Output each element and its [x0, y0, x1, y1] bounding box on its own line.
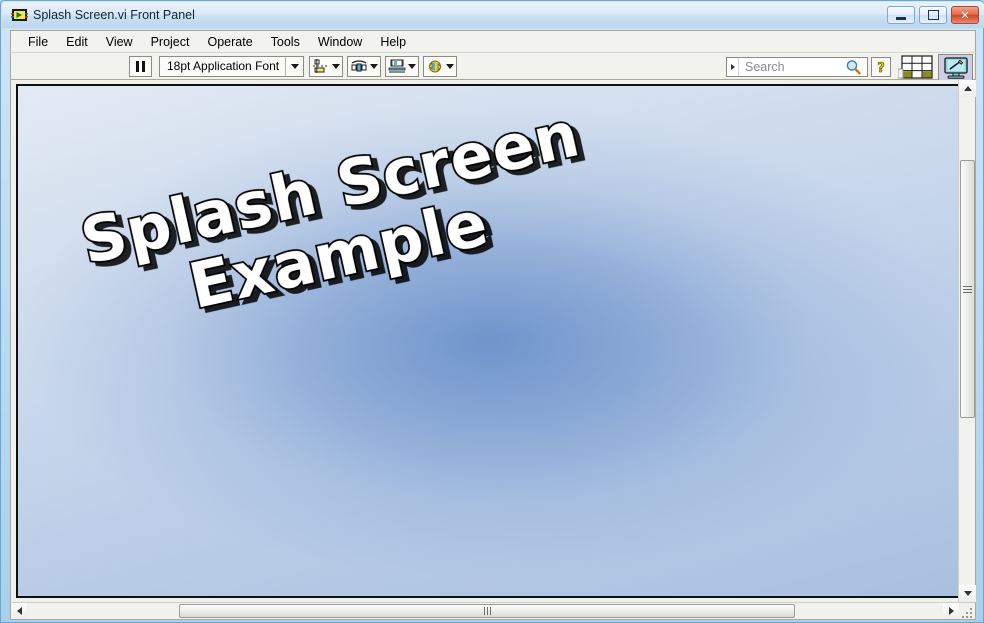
question-mark-icon: ?: [877, 60, 885, 75]
pause-icon: [136, 60, 145, 72]
context-help-button[interactable]: ?: [871, 57, 891, 77]
scroll-up-button[interactable]: [959, 80, 976, 97]
close-button[interactable]: ✕: [951, 6, 979, 24]
window-controls: ✕: [887, 6, 979, 24]
minimize-button[interactable]: [887, 6, 915, 24]
menu-item-project[interactable]: Project: [142, 33, 199, 51]
front-panel-area: Splash Screen Example: [10, 80, 976, 602]
toolbar: 18pt Application Font Search ?: [10, 52, 976, 82]
distribute-objects-button[interactable]: [347, 55, 382, 77]
svg-text:?: ?: [877, 61, 885, 75]
window-title: Splash Screen.vi Front Panel: [33, 8, 195, 22]
distribute-objects-icon: [351, 59, 367, 71]
resize-objects-icon: [388, 59, 406, 72]
distribute-dropdown-caret[interactable]: [370, 63, 379, 69]
splash-line-2: Example: [181, 184, 497, 324]
chevron-down-icon[interactable]: [285, 56, 303, 76]
align-dropdown-caret[interactable]: [332, 63, 341, 69]
menu-item-file[interactable]: File: [19, 33, 57, 51]
arrow-up-icon: [963, 86, 972, 91]
menu-item-operate[interactable]: Operate: [198, 33, 261, 51]
menu-item-window[interactable]: Window: [309, 33, 371, 51]
title-bar[interactable]: Splash Screen.vi Front Panel ✕: [2, 2, 984, 28]
horizontal-scroll-thumb[interactable]: [179, 604, 795, 618]
search-handle-icon[interactable]: [727, 58, 739, 76]
resize-dropdown-caret[interactable]: [408, 63, 417, 69]
vertical-scroll-thumb[interactable]: [960, 160, 975, 418]
search-placeholder: Search: [745, 60, 785, 74]
align-objects-button[interactable]: [309, 55, 344, 77]
search-input[interactable]: Search: [726, 57, 868, 77]
reorder-objects-button[interactable]: [423, 55, 458, 77]
scroll-grip-icon: [483, 607, 491, 615]
splash-text-block: Splash Screen Example: [73, 95, 588, 338]
align-objects-icon: [313, 58, 330, 73]
font-selector[interactable]: 18pt Application Font: [159, 55, 305, 77]
resize-objects-button[interactable]: [385, 55, 420, 77]
edit-mode-button[interactable]: [938, 54, 973, 82]
window-resize-grip[interactable]: [962, 606, 974, 618]
menu-item-help[interactable]: Help: [371, 33, 415, 51]
vertical-scrollbar[interactable]: [958, 80, 976, 602]
horizontal-scrollbar[interactable]: [10, 602, 976, 620]
controls-palette-grid-button[interactable]: [897, 55, 936, 79]
magnifier-icon: [846, 60, 861, 75]
front-panel-canvas-frame: Splash Screen Example: [16, 84, 960, 598]
scroll-right-button[interactable]: [943, 603, 959, 619]
scroll-down-button[interactable]: [959, 585, 976, 602]
grid-palette-icon: [897, 55, 933, 79]
reorder-objects-icon: [428, 59, 442, 73]
monitor-pencil-icon: [943, 57, 968, 79]
menu-item-view[interactable]: View: [97, 33, 142, 51]
menu-bar: File Edit View Project Operate Tools Win…: [10, 30, 976, 52]
splash-line-1: Splash Screen: [73, 95, 588, 280]
reorder-dropdown-caret[interactable]: [446, 63, 455, 69]
labview-front-panel-window: Splash Screen.vi Front Panel ✕ File Edit…: [0, 0, 984, 623]
labview-vi-icon: [11, 7, 28, 23]
front-panel-canvas[interactable]: Splash Screen Example: [18, 86, 958, 596]
maximize-icon: [927, 10, 939, 20]
arrow-left-icon: [16, 607, 22, 615]
arrow-down-icon: [963, 591, 972, 596]
menu-item-tools[interactable]: Tools: [262, 33, 309, 51]
scroll-left-button[interactable]: [11, 603, 27, 619]
maximize-button[interactable]: [919, 6, 947, 24]
scroll-grip-icon: [963, 284, 972, 295]
minimize-icon: [896, 16, 906, 20]
close-icon: ✕: [960, 8, 970, 22]
font-selector-label: 18pt Application Font: [167, 59, 280, 73]
pause-button[interactable]: [129, 55, 152, 77]
arrow-right-icon: [948, 607, 954, 615]
menu-item-edit[interactable]: Edit: [57, 33, 97, 51]
